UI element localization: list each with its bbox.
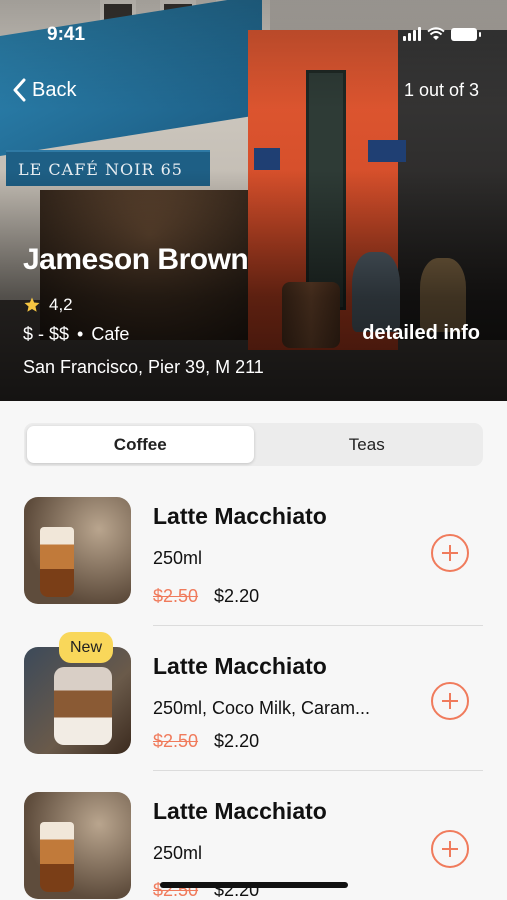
- add-button[interactable]: [431, 682, 469, 720]
- bullet-separator: •: [77, 324, 84, 344]
- tab-coffee[interactable]: Coffee: [27, 426, 254, 463]
- divider: [153, 625, 483, 626]
- back-button[interactable]: Back: [12, 78, 76, 102]
- add-button[interactable]: [431, 534, 469, 572]
- status-bar: 9:41: [0, 0, 507, 60]
- plus-icon: [442, 841, 458, 857]
- item-photo: [24, 792, 131, 899]
- category-tabs: Coffee Teas: [24, 423, 483, 466]
- item-description: 250ml: [153, 548, 203, 568]
- item-description: 250ml, Coco Milk, Caram...: [153, 698, 371, 718]
- item-name: Latte Macchiato: [153, 798, 327, 824]
- price-category: $ - $$ • Cafe: [23, 324, 129, 345]
- item-price: $2.50 $2.20: [153, 731, 259, 752]
- add-button[interactable]: [431, 830, 469, 868]
- divider: [153, 770, 483, 771]
- rating: 4,2: [23, 295, 73, 315]
- cellular-signal-icon: [403, 27, 421, 41]
- home-indicator[interactable]: [160, 882, 348, 888]
- current-price: $2.20: [214, 731, 260, 751]
- price-range: $ - $$: [23, 324, 70, 344]
- status-time: 9:41: [47, 24, 86, 45]
- current-price: $2.20: [214, 586, 260, 606]
- menu-item[interactable]: Latte Macchiato 250ml, Coco Milk, Caram.…: [24, 647, 483, 792]
- rating-value: 4,2: [49, 295, 73, 314]
- item-price: $2.50 $2.20: [153, 586, 259, 607]
- star-icon: [24, 297, 40, 312]
- plus-icon: [442, 693, 458, 709]
- back-label: Back: [32, 78, 77, 101]
- item-name: Latte Macchiato: [153, 503, 327, 529]
- plus-icon: [442, 545, 458, 561]
- place-name: Jameson Brown: [23, 243, 249, 276]
- tab-teas[interactable]: Teas: [254, 426, 481, 463]
- image-pager: 1 out of 3: [403, 80, 479, 100]
- old-price: $2.50: [153, 731, 199, 751]
- wifi-icon: [427, 27, 445, 40]
- new-badge: New: [59, 632, 114, 663]
- item-name: Latte Macchiato: [153, 653, 327, 679]
- address: San Francisco, Pier 39, M 211: [23, 357, 264, 377]
- item-description: 250ml: [153, 843, 203, 863]
- chevron-left-icon: [13, 78, 26, 102]
- item-photo: [24, 647, 131, 754]
- hero-image: LE CAFÉ NOIR 65 9:41 Back 1 out of 3 Jam…: [0, 0, 507, 401]
- detailed-info-link[interactable]: detailed info: [362, 322, 480, 345]
- battery-icon: [451, 28, 481, 41]
- item-photo: [24, 497, 131, 604]
- menu-item[interactable]: Latte Macchiato 250ml $2.50 $2.20: [24, 497, 483, 642]
- old-price: $2.50: [153, 586, 199, 606]
- category: Cafe: [91, 324, 130, 344]
